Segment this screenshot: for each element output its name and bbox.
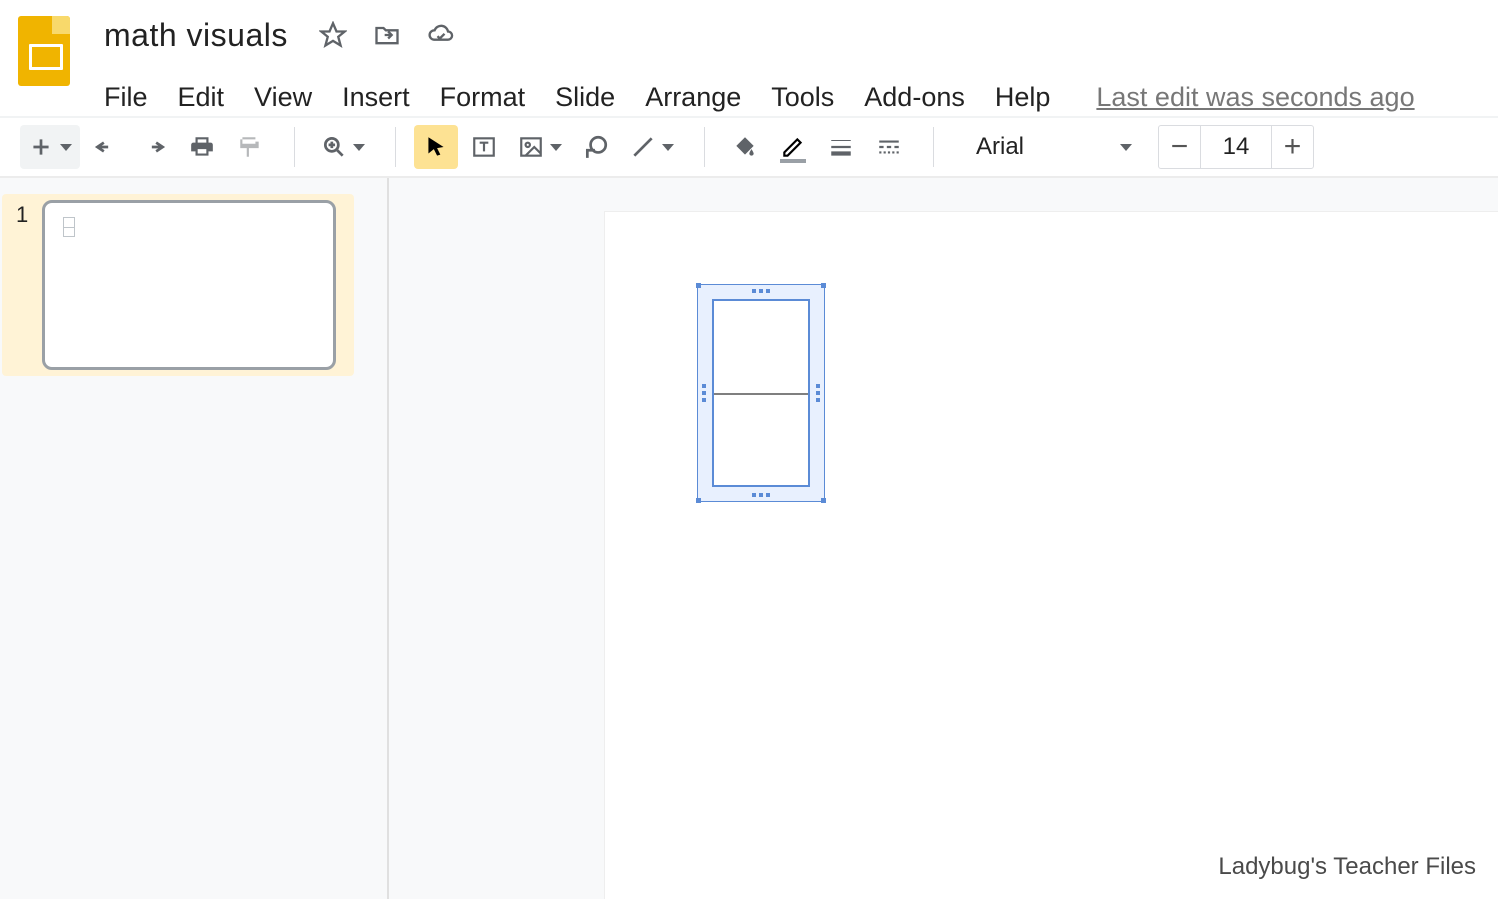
menu-addons[interactable]: Add-ons [864, 82, 965, 113]
menu-format[interactable]: Format [440, 82, 526, 113]
print-button[interactable] [180, 125, 224, 169]
undo-button[interactable] [84, 125, 128, 169]
menu-file[interactable]: File [104, 82, 148, 113]
new-slide-button[interactable] [20, 125, 80, 169]
slide-index: 1 [16, 202, 28, 228]
font-family-select[interactable]: Arial [964, 125, 1144, 169]
divider [395, 127, 396, 167]
font-family-label: Arial [976, 133, 1024, 161]
border-dash-button[interactable] [867, 125, 911, 169]
resize-handle-tr[interactable] [821, 283, 826, 288]
row-handle-bottom[interactable] [752, 493, 770, 497]
text-box-button[interactable] [462, 125, 506, 169]
menu-view[interactable]: View [254, 82, 312, 113]
header: math visuals File Edit View Insert Forma… [0, 0, 1498, 118]
slides-logo [18, 16, 70, 86]
star-icon[interactable] [316, 18, 350, 52]
title-area: math visuals File Edit View Insert Forma… [104, 10, 1415, 116]
menu-help[interactable]: Help [995, 82, 1051, 113]
chevron-down-icon [1120, 144, 1132, 151]
col-handle-right[interactable] [816, 384, 820, 402]
watermark: Ladybug's Teacher Files [1218, 853, 1476, 881]
redo-button[interactable] [132, 125, 176, 169]
select-tool-button[interactable] [414, 125, 458, 169]
chevron-down-icon [353, 144, 365, 151]
insert-line-button[interactable] [622, 125, 682, 169]
table-cells[interactable] [712, 299, 810, 487]
border-weight-button[interactable] [819, 125, 863, 169]
menu-slide[interactable]: Slide [555, 82, 615, 113]
divider [933, 127, 934, 167]
divider [294, 127, 295, 167]
border-color-button[interactable] [771, 125, 815, 169]
font-size-decrease-button[interactable]: − [1159, 125, 1201, 169]
slide-thumb-canvas[interactable] [42, 200, 336, 370]
insert-image-button[interactable] [510, 125, 570, 169]
cloud-saved-icon[interactable] [424, 18, 458, 52]
title-row: math visuals [104, 10, 1415, 60]
insert-shape-button[interactable] [574, 125, 618, 169]
zoom-button[interactable] [313, 125, 373, 169]
menu-edit[interactable]: Edit [178, 82, 225, 113]
canvas-area[interactable]: Ladybug's Teacher Files [389, 178, 1498, 899]
menu-bar: File Edit View Insert Format Slide Arran… [104, 78, 1415, 116]
divider [704, 127, 705, 167]
resize-handle-tl[interactable] [696, 283, 701, 288]
slide-thumbnail[interactable]: 1 [2, 194, 354, 376]
col-handle-left[interactable] [702, 384, 706, 402]
font-size-group: − 14 + [1158, 125, 1314, 169]
document-title[interactable]: math visuals [104, 17, 288, 54]
slide-canvas[interactable] [605, 212, 1498, 899]
film-strip[interactable]: 1 [0, 178, 389, 899]
selected-table-object[interactable] [697, 284, 825, 502]
menu-tools[interactable]: Tools [771, 82, 834, 113]
menu-insert[interactable]: Insert [342, 82, 410, 113]
last-edit-link[interactable]: Last edit was seconds ago [1096, 82, 1414, 113]
chevron-down-icon [662, 144, 674, 151]
resize-handle-br[interactable] [821, 498, 826, 503]
toolbar: Arial − 14 + [0, 118, 1498, 178]
font-size-increase-button[interactable]: + [1271, 125, 1313, 169]
chevron-down-icon [60, 144, 72, 151]
move-to-folder-icon[interactable] [370, 18, 404, 52]
paint-format-button[interactable] [228, 125, 272, 169]
font-size-value[interactable]: 14 [1201, 133, 1271, 161]
menu-arrange[interactable]: Arrange [645, 82, 741, 113]
chevron-down-icon [550, 144, 562, 151]
resize-handle-bl[interactable] [696, 498, 701, 503]
row-handle-top[interactable] [752, 289, 770, 293]
fill-color-button[interactable] [723, 125, 767, 169]
workspace: 1 Ladybug's Teacher Files [0, 178, 1498, 899]
thumb-table-icon [63, 217, 75, 237]
